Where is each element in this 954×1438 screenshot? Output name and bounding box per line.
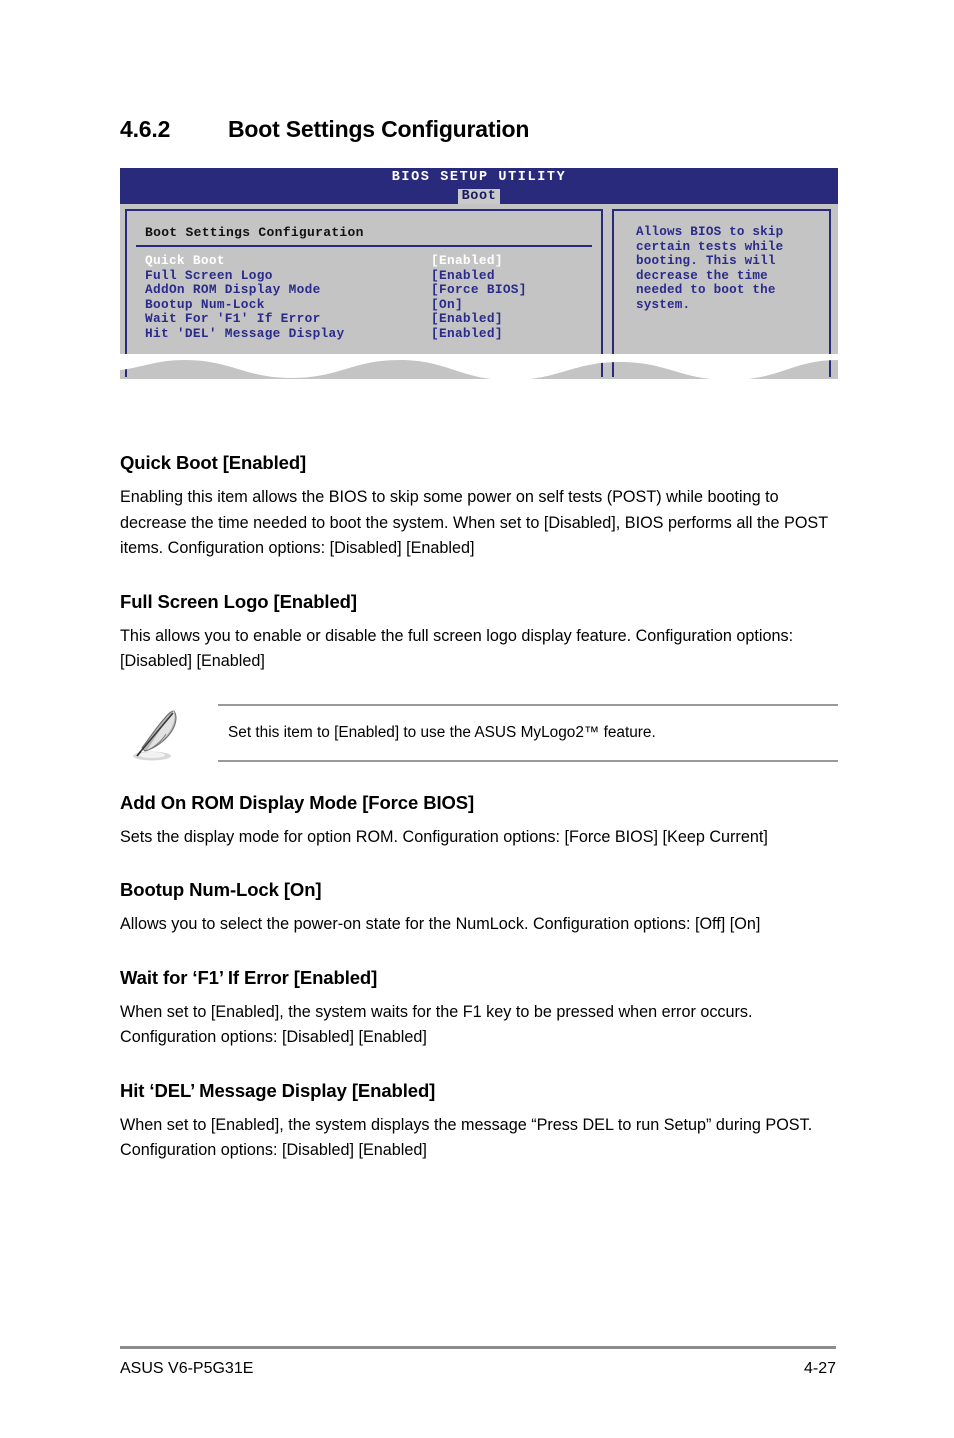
paragraph-quick-boot: Enabling this item allows the BIOS to sk… (120, 488, 828, 557)
bios-row-value: [On] (431, 296, 463, 312)
note-text: Set this item to [Enabled] to use the AS… (228, 723, 656, 741)
section-number: 4.6.2 (120, 116, 171, 142)
footer-page-number: 4-27 (803, 1360, 836, 1377)
bios-row-value: [Enabled (431, 267, 495, 283)
bios-row-wait-for-f1-if-error[interactable]: Wait For 'F1' If Error [Enabled] (145, 312, 601, 327)
bios-row-label: Wait For 'F1' If Error (145, 311, 321, 327)
heading-hit-del-message-display: Hit ‘DEL’ Message Display [Enabled] (120, 1079, 436, 1101)
bios-settings-list: Quick Boot [Enabled] Full Screen Logo [E… (145, 253, 601, 342)
bios-row-label: AddOn ROM Display Mode (145, 282, 321, 298)
heading-add-on-rom-display-mode: Add On ROM Display Mode [Force BIOS] (120, 791, 475, 813)
note-box: Set this item to [Enabled] to use the AS… (218, 703, 838, 762)
bios-header-bar: BIOS SETUP UTILITY Boot (120, 168, 838, 205)
note-callout: Set this item to [Enabled] to use the AS… (120, 703, 838, 766)
paragraph-full-screen-logo: This allows you to enable or disable the… (120, 626, 794, 671)
document-page: 4.6.2 Boot Settings Configuration BIOS S… (0, 0, 954, 1438)
heading-bootup-num-lock: Bootup Num-Lock [On] (120, 879, 322, 900)
content-body: Quick Boot [Enabled] Enabling this item … (120, 452, 838, 1164)
paragraph-bootup-num-lock: Allows you to select the power-on state … (120, 915, 761, 933)
bios-row-full-screen-logo[interactable]: Full Screen Logo [Enabled (145, 267, 601, 284)
bios-body: Boot Settings Configuration Quick Boot [… (120, 204, 838, 380)
paragraph-add-on-rom-display-mode: Sets the display mode for option ROM. Co… (120, 827, 768, 846)
heading-wait-for-f1-if-error: Wait for ‘F1’ If Error [Enabled] (120, 966, 378, 988)
bios-tab-bar: Boot (120, 186, 838, 205)
bios-row-addon-rom-display-mode[interactable]: AddOn ROM Display Mode [Force BIOS] (145, 283, 601, 298)
section-heading: 4.6.2 Boot Settings Configuration (120, 116, 529, 143)
paragraph-hit-del-message-display: When set to [Enabled], the system displa… (120, 1115, 813, 1160)
section-add-on-rom-display-mode: Add On ROM Display Mode [Force BIOS] Set… (120, 792, 838, 851)
heading-quick-boot: Quick Boot [Enabled] (120, 452, 307, 473)
bios-row-label: Hit 'DEL' Message Display (145, 325, 345, 341)
bios-screenshot-figure: BIOS SETUP UTILITY Boot Boot Settings Co… (120, 168, 838, 380)
bios-row-label: Bootup Num-Lock (145, 296, 265, 312)
bios-row-hit-del-message-display[interactable]: Hit 'DEL' Message Display [Enabled] (145, 325, 601, 342)
footer-product-name: ASUS V6-P5G31E (120, 1360, 254, 1377)
bios-row-quick-boot[interactable]: Quick Boot [Enabled] (145, 253, 601, 269)
section-quick-boot: Quick Boot [Enabled] Enabling this item … (120, 452, 838, 562)
bios-row-label: Full Screen Logo (145, 267, 273, 283)
bios-help-panel: Allows BIOS to skip certain tests while … (612, 209, 831, 377)
page-footer: ASUS V6-P5G31E 4-27 (120, 1360, 836, 1378)
section-full-screen-logo: Full Screen Logo [Enabled] This allows y… (120, 591, 838, 675)
bios-row-value: [Enabled] (431, 325, 503, 341)
paragraph-wait-for-f1-if-error: When set to [Enabled], the system waits … (120, 1002, 753, 1047)
bios-help-text: Allows BIOS to skip certain tests while … (636, 225, 784, 312)
section-wait-for-f1-if-error: Wait for ‘F1’ If Error [Enabled] When se… (120, 967, 838, 1051)
bios-row-value: [Force BIOS] (431, 282, 527, 298)
heading-full-screen-logo: Full Screen Logo [Enabled] (120, 590, 357, 612)
section-bootup-num-lock: Bootup Num-Lock [On] Allows you to selec… (120, 879, 838, 938)
section-title: Boot Settings Configuration (228, 116, 530, 142)
section-hit-del-message-display: Hit ‘DEL’ Message Display [Enabled] When… (120, 1080, 838, 1164)
bios-utility-title: BIOS SETUP UTILITY (391, 170, 567, 185)
bios-row-label: Quick Boot (145, 253, 225, 268)
bios-panel-title: Boot Settings Configuration (145, 225, 364, 240)
torn-edge-decoration (120, 354, 838, 380)
bios-settings-panel: Boot Settings Configuration Quick Boot [… (125, 209, 603, 377)
bios-row-value: [Enabled] (431, 311, 503, 327)
pencil-note-icon (133, 709, 177, 760)
footer-divider (120, 1346, 836, 1349)
bios-row-value: [Enabled] (431, 253, 503, 268)
bios-tab-boot[interactable]: Boot (457, 189, 501, 205)
bios-row-bootup-num-lock[interactable]: Bootup Num-Lock [On] (145, 296, 601, 313)
bios-panel-divider (136, 245, 592, 247)
